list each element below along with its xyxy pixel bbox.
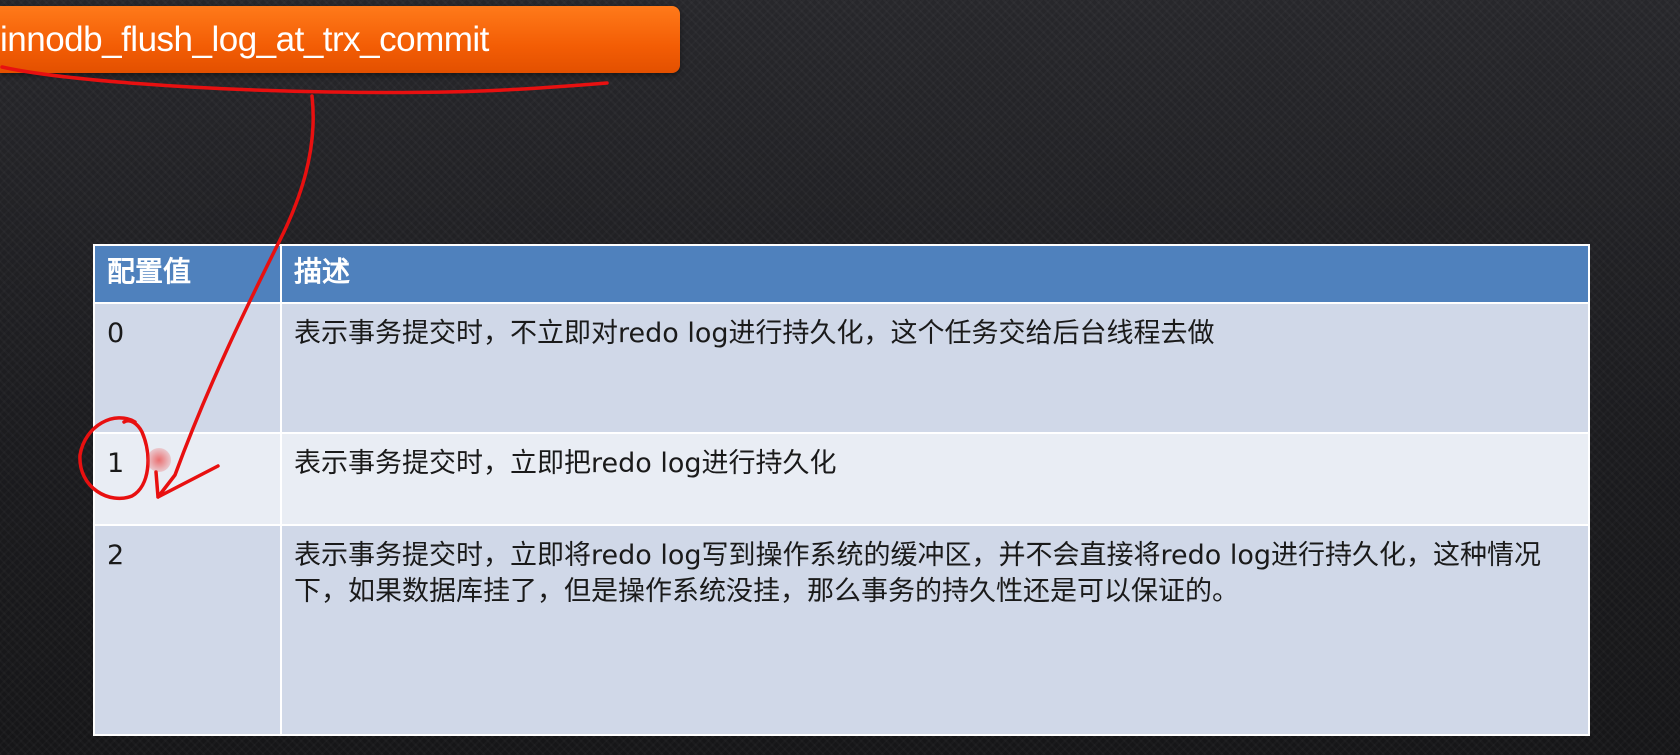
header-description: 描述 — [280, 244, 1590, 304]
config-table: 配置值 描述 0 表示事务提交时，不立即对redo log进行持久化，这个任务交… — [93, 244, 1590, 736]
title-banner: innodb_flush_log_at_trx_commit — [0, 6, 680, 73]
cell-config-value: 2 — [93, 524, 282, 736]
table-row: 2 表示事务提交时，立即将redo log写到操作系统的缓冲区，并不会直接将re… — [93, 524, 1590, 736]
table-row: 0 表示事务提交时，不立即对redo log进行持久化，这个任务交给后台线程去做 — [93, 302, 1590, 434]
cell-description: 表示事务提交时，不立即对redo log进行持久化，这个任务交给后台线程去做 — [280, 302, 1590, 434]
slide-title: innodb_flush_log_at_trx_commit — [0, 20, 489, 59]
cell-config-value: 1 — [93, 432, 282, 526]
cell-description: 表示事务提交时，立即将redo log写到操作系统的缓冲区，并不会直接将redo… — [280, 524, 1590, 736]
red-cursor-dot — [147, 448, 171, 472]
header-config-value: 配置值 — [93, 244, 282, 304]
cell-description: 表示事务提交时，立即把redo log进行持久化 — [280, 432, 1590, 526]
slide: innodb_flush_log_at_trx_commit 配置值 描述 0 … — [0, 0, 1680, 755]
cell-config-value: 0 — [93, 302, 282, 434]
table-row: 1 表示事务提交时，立即把redo log进行持久化 — [93, 432, 1590, 526]
table-header-row: 配置值 描述 — [93, 244, 1590, 304]
